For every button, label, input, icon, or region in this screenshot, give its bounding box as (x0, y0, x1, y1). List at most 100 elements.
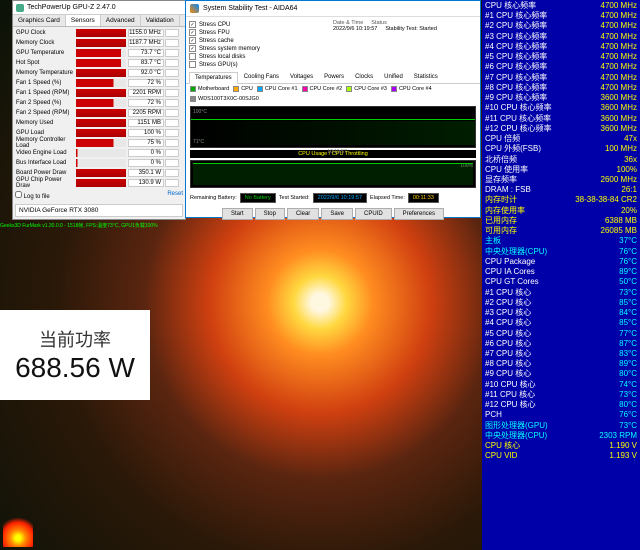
aida-titlebar[interactable]: System Stability Test - AIDA64 (186, 1, 480, 17)
aida-tab[interactable]: Powers (319, 72, 349, 83)
monitor-row: #12 CPU 核心80°C (485, 400, 637, 410)
aida-tab[interactable]: Voltages (285, 72, 318, 83)
monitor-row: #3 CPU 核心84°C (485, 308, 637, 318)
aida-tab[interactable]: Temperatures (189, 72, 238, 84)
dropdown-icon[interactable] (165, 139, 179, 147)
dropdown-icon[interactable] (165, 79, 179, 87)
sensor-value[interactable]: 2205 RPM (128, 109, 164, 117)
stop-button[interactable]: Stop (255, 208, 285, 220)
sensor-value[interactable]: 1155.0 MHz (128, 29, 164, 37)
start-button[interactable]: Start (222, 208, 253, 220)
sensor-value[interactable]: 75 % (128, 139, 164, 147)
monitor-row: 中央处理器(CPU)2303 RPM (485, 431, 637, 441)
legend-item[interactable]: CPU Core #1 (257, 86, 298, 92)
tab-graphics-card[interactable]: Graphics Card (13, 15, 66, 26)
tab-validation[interactable]: Validation (141, 15, 180, 26)
aida-tab[interactable]: Cooling Fans (239, 72, 284, 83)
dropdown-icon[interactable] (165, 59, 179, 67)
monitor-row: 主板37°C (485, 236, 637, 246)
sensor-value[interactable]: 72 % (128, 99, 164, 107)
furmark-status-text: Geeks3D FurMark v1.30.0.0 - 1518帧, FPS:温… (0, 223, 158, 229)
gpuz-titlebar[interactable]: TechPowerUp GPU-Z 2.47.0 (13, 1, 185, 15)
dropdown-icon[interactable] (165, 109, 179, 117)
aida-tab[interactable]: Clocks (350, 72, 378, 83)
sensor-value[interactable]: 130.9 W (128, 179, 164, 187)
aida-tabs: TemperaturesCooling FansVoltagesPowersCl… (186, 72, 480, 84)
monitor-row: #12 CPU 核心频率3600 MHz (485, 124, 637, 134)
dropdown-icon[interactable] (165, 179, 179, 187)
sensor-bar (76, 99, 126, 107)
hwmonitor-sidebar: CPU 核心频率4700 MHz#1 CPU 核心频率4700 MHz#2 CP… (482, 0, 640, 550)
save-button[interactable]: Save (321, 208, 353, 220)
stress-checkbox[interactable]: ✓Stress CPU (189, 21, 333, 28)
sensor-value[interactable]: 92.0 °C (128, 69, 164, 77)
legend-item[interactable]: CPU Core #3 (346, 86, 387, 92)
clear-button[interactable]: Clear (287, 208, 319, 220)
aida-tab[interactable]: Statistics (409, 72, 443, 83)
preferences-button[interactable]: Preferences (394, 208, 444, 220)
sensor-row: Fan 1 Speed (%)72 % (14, 78, 184, 88)
legend-item[interactable]: CPU Core #4 (391, 86, 432, 92)
dropdown-icon[interactable] (165, 49, 179, 57)
sensor-bar (76, 159, 126, 167)
monitor-row: 图形处理器(GPU)73°C (485, 421, 637, 431)
dropdown-icon[interactable] (165, 159, 179, 167)
stress-checkbox[interactable]: ✓Stress system memory (189, 45, 333, 52)
aida64-window[interactable]: System Stability Test - AIDA64 ✓Stress C… (185, 0, 481, 218)
dropdown-icon[interactable] (165, 169, 179, 177)
monitor-row: #10 CPU 核心74°C (485, 380, 637, 390)
sensor-value[interactable]: 1187.7 MHz (128, 39, 164, 47)
sensor-row: Memory Controller Load75 % (14, 138, 184, 148)
sensor-bar (76, 49, 126, 57)
legend-item[interactable]: CPU Core #2 (302, 86, 343, 92)
dropdown-icon[interactable] (165, 119, 179, 127)
gpuz-title-text: TechPowerUp GPU-Z 2.47.0 (27, 4, 116, 11)
legend-item[interactable]: WDS100T3X0C-00SJG0 (190, 96, 259, 102)
monitor-row: 已用内存6388 MB (485, 216, 637, 226)
dropdown-icon[interactable] (165, 29, 179, 37)
sensor-value[interactable]: 73.7 °C (128, 49, 164, 57)
sensor-value[interactable]: 1151 MB (128, 119, 164, 127)
legend-item[interactable]: CPU (233, 86, 253, 92)
monitor-row: 可用内存26085 MB (485, 226, 637, 236)
stress-checkbox[interactable]: ✓Stress cache (189, 37, 333, 44)
stress-checkbox[interactable]: Stress local disks (189, 53, 333, 60)
monitor-row: #10 CPU 核心频率3600 MHz (485, 103, 637, 113)
dropdown-icon[interactable] (165, 99, 179, 107)
sensor-value[interactable]: 83.7 °C (128, 59, 164, 67)
gpu-name-field[interactable]: NVIDIA GeForce RTX 3080 (15, 204, 183, 217)
stress-checkbox[interactable]: Stress GPU(s) (189, 61, 333, 68)
stress-checkbox[interactable]: ✓Stress FPU (189, 29, 333, 36)
sensor-value[interactable]: 100 % (128, 129, 164, 137)
reset-link[interactable]: Reset (167, 191, 183, 200)
dropdown-icon[interactable] (165, 39, 179, 47)
monitor-row: #11 CPU 核心73°C (485, 390, 637, 400)
legend-item[interactable]: Motherboard (190, 86, 229, 92)
aida-tab[interactable]: Unified (379, 72, 408, 83)
monitor-row: #9 CPU 核心频率3600 MHz (485, 93, 637, 103)
aida-buttons: StartStopClearSaveCPUIDPreferences (186, 206, 480, 222)
log-checkbox[interactable] (15, 191, 22, 198)
monitor-row: #7 CPU 核心83°C (485, 349, 637, 359)
sensor-value[interactable]: 0 % (128, 159, 164, 167)
monitor-row: PCH76°C (485, 410, 637, 420)
sensor-value[interactable]: 2201 RPM (128, 89, 164, 97)
monitor-row: DRAM : FSB26:1 (485, 185, 637, 195)
sensor-value[interactable]: 0 % (128, 149, 164, 157)
dropdown-icon[interactable] (165, 89, 179, 97)
battery-badge: No Battery (240, 193, 276, 203)
sensor-value[interactable]: 350.1 W (128, 169, 164, 177)
monitor-row: #2 CPU 核心频率4700 MHz (485, 21, 637, 31)
tab-advanced[interactable]: Advanced (101, 15, 141, 26)
gpuz-window[interactable]: TechPowerUp GPU-Z 2.47.0 Graphics Card S… (12, 0, 186, 220)
monitor-row: CPU 倍频47x (485, 134, 637, 144)
sensor-row: Memory Clock1187.7 MHz (14, 38, 184, 48)
sensor-row: Fan 1 Speed (RPM)2201 RPM (14, 88, 184, 98)
dropdown-icon[interactable] (165, 69, 179, 77)
dropdown-icon[interactable] (165, 149, 179, 157)
sensor-value[interactable]: 72 % (128, 79, 164, 87)
monitor-row: CPU Package76°C (485, 257, 637, 267)
tab-sensors[interactable]: Sensors (66, 15, 101, 26)
cpuid-button[interactable]: CPUID (355, 208, 392, 220)
dropdown-icon[interactable] (165, 129, 179, 137)
